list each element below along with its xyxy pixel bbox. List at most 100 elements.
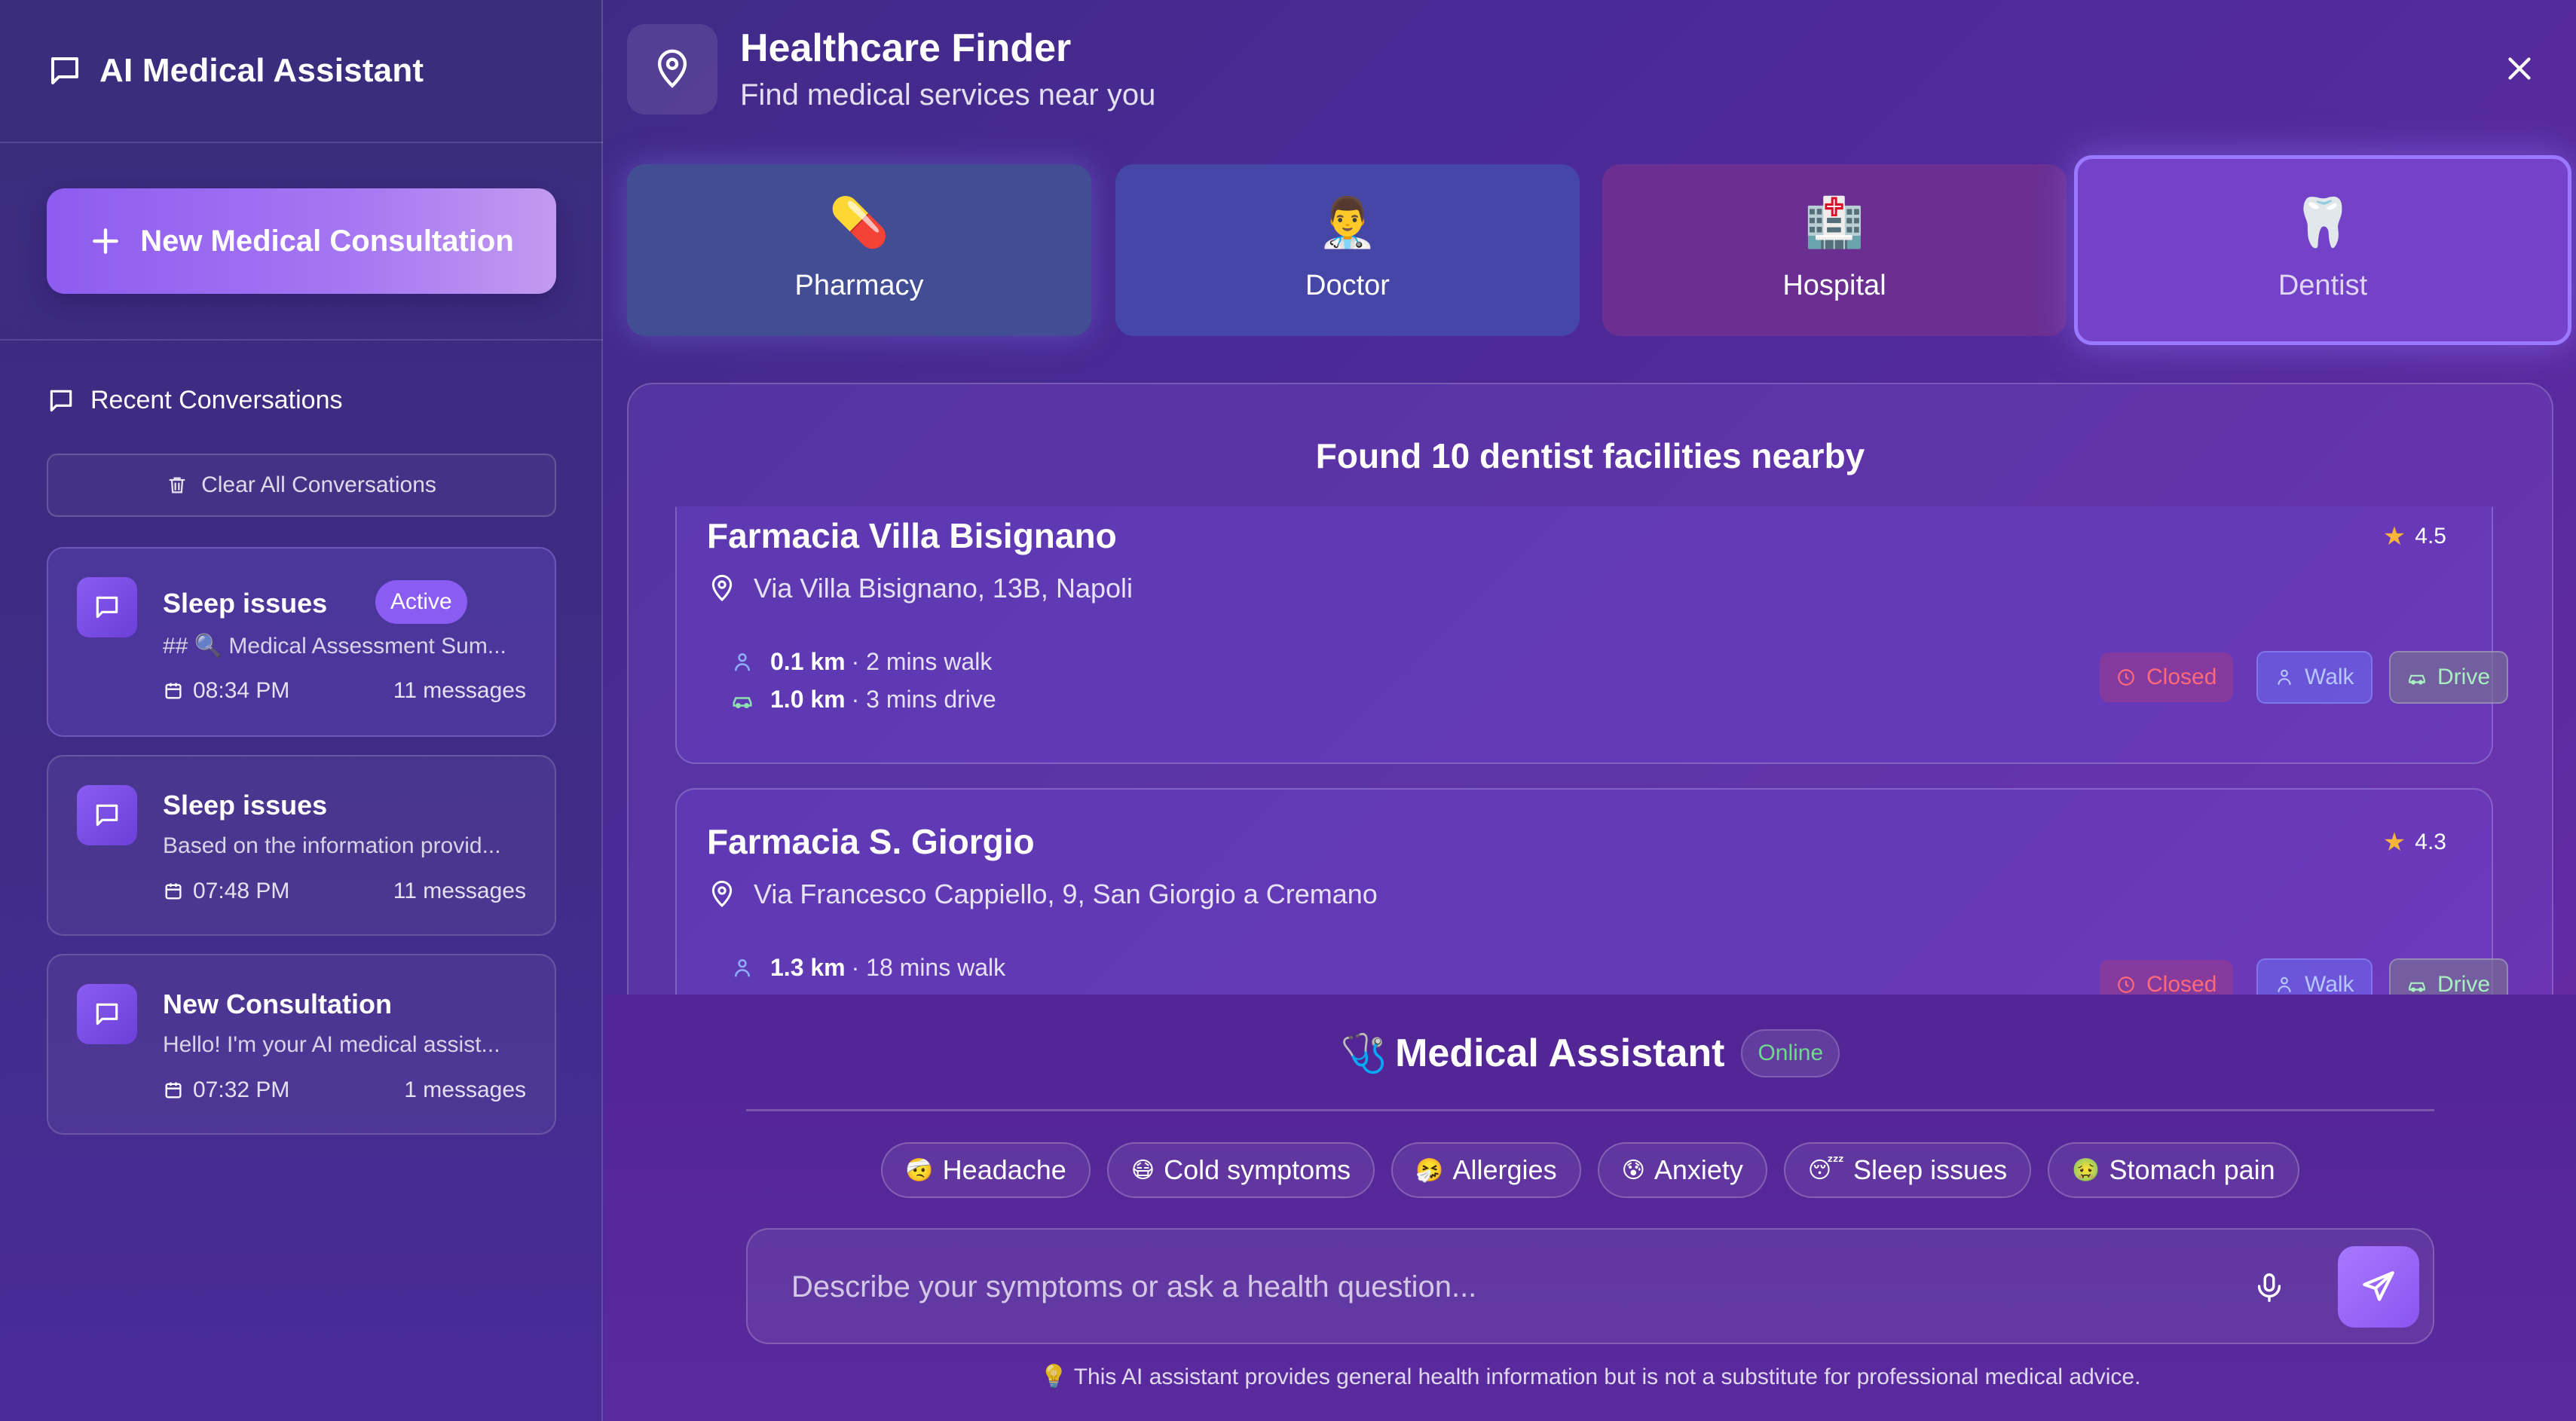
results-title: Found 10 dentist facilities nearby [1315,436,1865,475]
status-text: Closed [2146,665,2217,689]
clock-icon [2118,976,2134,993]
conversation-time: 07:32 PM [163,1077,289,1103]
conversation-avatar [77,785,137,845]
walk-directions-button[interactable]: Walk [2256,651,2373,704]
quick-action-stomach[interactable]: 🤢 Stomach pain [2048,1142,2299,1198]
rating-value: 4.3 [2415,830,2446,854]
stethoscope-icon: 🩺 [1340,1031,1388,1075]
message-input[interactable] [791,1257,2223,1317]
app-title: AI Medical Assistant [99,52,424,89]
walk-distance: 1.3 km · 18 mins walk [731,954,1005,982]
quick-action-headache[interactable]: 🤕 Headache [881,1142,1091,1198]
facility-rating: ★ 4.3 [2383,827,2446,857]
tooth-icon: 🦷 [2293,194,2353,251]
facility-address: Via Francesco Cappiello, 9, San Giorgio … [707,879,1378,910]
recent-conversations-heading: Recent Conversations [47,386,343,415]
conversation-time: 07:48 PM [163,879,289,904]
walk-label: Walk [2305,665,2354,689]
conversation-title: Sleep issues [163,588,328,619]
active-badge: Active [375,580,467,624]
assistant-title: Medical Assistant [1395,1031,1725,1075]
walk-time: · 2 mins walk [851,648,993,675]
walk-person-icon [2278,669,2291,685]
location-pin-icon [711,574,733,602]
address-text: Via Francesco Cappiello, 9, San Giorgio … [754,879,1378,909]
quick-actions: 🤕 Headache 😷 Cold symptoms 🤧 Allergies 😰… [604,1142,2576,1198]
divider [0,339,603,341]
lightbulb-icon: 💡 [1039,1364,1068,1390]
facility-card[interactable]: Farmacia Villa Bisignano ★ 4.5 Via Villa… [675,506,2509,764]
drive-label: Drive [2437,972,2491,997]
walk-label: Walk [2305,972,2354,997]
calendar-icon [165,683,182,699]
facility-name: Farmacia S. Giorgio [707,822,1035,861]
conversation-avatar [77,984,137,1044]
clear-conversations-label: Clear All Conversations [201,472,436,497]
quick-action-allergies[interactable]: 🤧 Allergies [1391,1142,1581,1198]
walk-time: · 18 mins walk [851,954,1006,981]
chat-bubble-icon [96,1003,118,1025]
hospital-icon: 🏥 [1804,194,1865,251]
microphone-button[interactable] [2252,1269,2287,1306]
car-icon [2409,674,2425,685]
category-dentist[interactable]: 🦷 Dentist [2074,155,2571,345]
walk-person-icon [2278,976,2291,992]
face-icon: 🤕 [905,1157,934,1184]
quick-action-anxiety[interactable]: 😰 Anxiety [1597,1142,1767,1198]
conversation-item[interactable]: Sleep issues Based on the information pr… [47,755,556,936]
message-count: 11 messages [393,879,526,903]
calendar-icon [165,883,182,900]
face-icon: 😰 [1621,1157,1645,1184]
conversation-item[interactable]: New Consultation Hello! I'm your AI medi… [47,954,556,1135]
conversation-item[interactable]: Sleep issues Active ## 🔍 Medical Assessm… [47,547,556,737]
disclaimer: 💡 This AI assistant provides general hea… [604,1364,2576,1390]
face-icon: 🤧 [1415,1157,1444,1184]
pill-icon: 💊 [829,194,889,251]
page-title: Healthcare Finder [740,26,1072,70]
category-doctor[interactable]: 👨‍⚕️ Doctor [1115,164,1580,336]
quick-action-label: Allergies [1452,1154,1557,1185]
chat-bubble-icon [96,804,118,827]
drive-distance: 1.0 km · 3 mins drive [731,686,996,714]
message-count: 11 messages [393,678,526,703]
message-count: 1 messages [404,1077,526,1102]
category-hospital[interactable]: 🏥 Hospital [1602,164,2067,336]
trash-icon [167,475,188,496]
plus-icon [89,225,122,258]
category-pharmacy[interactable]: 💊 Pharmacy [627,164,1091,336]
facility-rating: ★ 4.5 [2383,521,2446,552]
clear-conversations-button[interactable]: Clear All Conversations [47,454,556,517]
conversation-time-label: 07:48 PM [193,879,290,903]
drive-time: · 3 mins drive [851,686,996,713]
send-button[interactable] [2338,1246,2419,1328]
quick-action-cold[interactable]: 😷 Cold symptoms [1106,1142,1375,1198]
rating-value: 4.5 [2415,524,2446,549]
facility-address: Via Villa Bisignano, 13B, Napoli [707,573,1133,604]
new-consultation-button[interactable]: New Medical Consultation [47,188,556,294]
close-button[interactable] [2501,50,2538,87]
sidebar: AI Medical Assistant New Medical Consult… [0,0,603,1421]
calendar-icon [165,1082,182,1099]
conversation-title: New Consultation [163,989,392,1019]
close-icon [2508,57,2531,80]
doctor-icon: 👨‍⚕️ [1317,194,1378,251]
car-icon [733,696,752,708]
walk-km: 1.3 km [770,954,846,981]
location-pin-badge [627,24,717,115]
walk-person-icon [735,652,750,671]
walk-km: 0.1 km [770,648,846,675]
chat-bubble-icon [47,53,83,89]
conversation-time-label: 07:32 PM [193,1077,290,1102]
send-icon [2363,1271,2394,1301]
quick-action-sleep[interactable]: 😴 Sleep issues [1783,1142,2032,1198]
location-pin-icon [711,880,733,908]
conversation-avatar [77,577,137,637]
walk-person-icon [735,958,750,976]
closed-status-badge: Closed [2100,652,2234,702]
quick-action-label: Sleep issues [1853,1154,2008,1185]
conversation-time-label: 08:34 PM [193,678,290,703]
face-icon: 😴 [1807,1157,1845,1184]
sidebar-header: AI Medical Assistant [0,0,603,143]
drive-directions-button[interactable]: Drive [2389,651,2509,704]
facility-name: Farmacia Villa Bisignano [707,516,1117,555]
